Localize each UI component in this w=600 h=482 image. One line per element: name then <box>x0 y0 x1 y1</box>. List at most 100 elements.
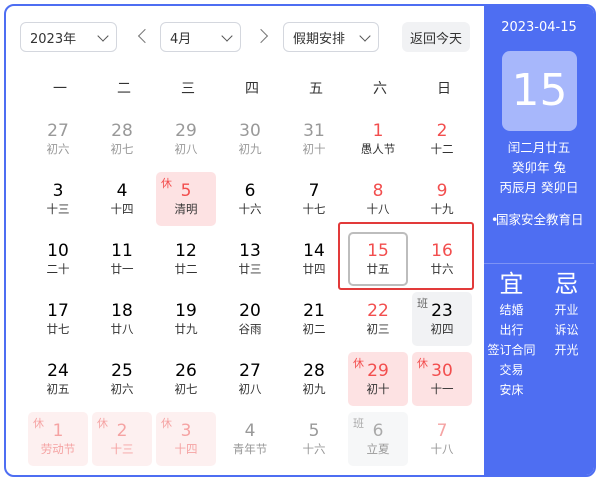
day-lunar: 初六 <box>110 382 134 396</box>
day-cell[interactable]: 5 十六 <box>284 412 344 466</box>
day-number: 22 <box>367 301 389 321</box>
day-lunar: 廿七 <box>46 322 70 336</box>
day-cell[interactable]: 29 初八 <box>156 112 216 166</box>
day-lunar: 廿五 <box>366 262 390 276</box>
day-cell[interactable]: 休 5 清明 <box>156 172 216 226</box>
day-cell[interactable]: 休 3 十四 <box>156 412 216 466</box>
day-number: 24 <box>47 361 69 381</box>
day-cell[interactable]: 28 初七 <box>92 112 152 166</box>
day-cell[interactable]: 1 愚人节 <box>348 112 408 166</box>
day-cell[interactable]: 15 廿五 <box>348 232 408 286</box>
selected-date: 2023-04-15 <box>501 20 577 35</box>
back-to-today-button[interactable]: 返回今天 <box>401 22 470 52</box>
weekday-label: 三 <box>181 81 195 97</box>
day-cell[interactable]: 30 初九 <box>220 112 280 166</box>
panel-divider <box>484 263 594 264</box>
yi-item: 结婚 <box>499 303 524 317</box>
day-lunar: 廿一 <box>110 262 134 276</box>
weekday-label: 六 <box>373 81 387 97</box>
next-month-icon[interactable] <box>253 28 269 44</box>
month-day-ganzhi: 丙辰月 癸卯日 <box>499 180 579 195</box>
day-lunar: 廿九 <box>174 322 198 336</box>
festival-note: • 国家安全教育日 <box>491 212 588 228</box>
day-cell[interactable]: 14 廿四 <box>284 232 344 286</box>
day-number: 10 <box>47 241 69 261</box>
day-cell[interactable]: 27 初六 <box>28 112 88 166</box>
weekday-label: 日 <box>437 81 451 97</box>
day-cell[interactable]: 20 谷雨 <box>220 292 280 346</box>
day-cell[interactable]: 2 十二 <box>412 112 472 166</box>
day-cell[interactable]: 27 初八 <box>220 352 280 406</box>
day-lunar: 廿二 <box>174 262 198 276</box>
weekday-label: 四 <box>245 81 259 97</box>
ji-item: 开业 <box>554 303 579 317</box>
day-lunar: 初四 <box>430 322 454 336</box>
prev-month-icon[interactable] <box>137 28 153 44</box>
day-cell[interactable]: 26 初七 <box>156 352 216 406</box>
day-lunar: 十二 <box>430 142 454 156</box>
chevron-down-icon <box>97 30 109 42</box>
day-lunar: 十四 <box>110 202 134 216</box>
month-select[interactable]: 4月 <box>160 22 241 52</box>
day-cell[interactable]: 24 初五 <box>28 352 88 406</box>
day-cell[interactable]: 12 廿二 <box>156 232 216 286</box>
day-lunar: 愚人节 <box>360 142 396 156</box>
day-cell[interactable]: 4 青年节 <box>220 412 280 466</box>
day-cell[interactable]: 休 2 十三 <box>92 412 152 466</box>
yi-item: 交易 <box>499 363 524 377</box>
day-cell[interactable]: 7 十八 <box>412 412 472 466</box>
day-lunar: 初八 <box>174 142 198 156</box>
holiday-badge: 休 <box>33 417 44 430</box>
day-cell[interactable]: 19 廿九 <box>156 292 216 346</box>
ji-item: 开光 <box>554 343 579 357</box>
day-number: 7 <box>308 181 320 201</box>
ji-column: 忌 开业 诉讼 开光 <box>539 268 594 360</box>
year-select[interactable]: 2023年 <box>20 22 117 52</box>
day-cell[interactable]: 3 十三 <box>28 172 88 226</box>
day-cell[interactable]: 13 廿三 <box>220 232 280 286</box>
day-lunar: 十七 <box>302 202 326 216</box>
day-cell[interactable]: 7 十七 <box>284 172 344 226</box>
day-number: 11 <box>111 241 133 261</box>
day-number: 5 <box>308 421 320 441</box>
day-cell[interactable]: 8 十八 <box>348 172 408 226</box>
day-lunar: 廿六 <box>430 262 454 276</box>
day-lunar: 廿三 <box>238 262 262 276</box>
day-cell[interactable]: 31 初十 <box>284 112 344 166</box>
day-cell[interactable]: 21 初二 <box>284 292 344 346</box>
day-cell[interactable]: 22 初三 <box>348 292 408 346</box>
day-cell[interactable]: 休 1 劳动节 <box>28 412 88 466</box>
day-cell[interactable]: 17 廿七 <box>28 292 88 346</box>
day-lunar: 十六 <box>302 442 326 456</box>
yi-title: 宜 <box>499 270 524 298</box>
day-cell[interactable]: 25 初六 <box>92 352 152 406</box>
day-cell[interactable]: 16 廿六 <box>412 232 472 286</box>
day-cell[interactable]: 10 二十 <box>28 232 88 286</box>
day-cell[interactable]: 班 6 立夏 <box>348 412 408 466</box>
day-cell[interactable]: 11 廿一 <box>92 232 152 286</box>
year-select-value: 2023年 <box>30 31 77 47</box>
day-number: 12 <box>175 241 197 261</box>
day-cell[interactable]: 4 十四 <box>92 172 152 226</box>
day-cell[interactable]: 28 初九 <box>284 352 344 406</box>
day-lunar: 初七 <box>174 382 198 396</box>
weekday-label: 二 <box>117 81 131 97</box>
day-cell[interactable]: 9 十九 <box>412 172 472 226</box>
holiday-select[interactable]: 假期安排 <box>283 22 379 52</box>
holiday-badge: 休 <box>353 357 364 370</box>
day-lunar: 初九 <box>238 142 262 156</box>
day-lunar: 廿八 <box>110 322 134 336</box>
day-lunar: 初九 <box>302 382 326 396</box>
day-lunar: 十九 <box>430 202 454 216</box>
day-cell[interactable]: 休 29 初十 <box>348 352 408 406</box>
day-cell[interactable]: 6 十六 <box>220 172 280 226</box>
holiday-badge: 休 <box>161 177 172 190</box>
day-number: 4 <box>244 421 256 441</box>
day-number: 16 <box>431 241 453 261</box>
day-lunar: 十六 <box>238 202 262 216</box>
day-cell[interactable]: 休 30 十一 <box>412 352 472 406</box>
day-cell[interactable]: 18 廿八 <box>92 292 152 346</box>
day-number: 31 <box>303 121 325 141</box>
day-lunar: 青年节 <box>232 442 268 456</box>
day-cell[interactable]: 班 23 初四 <box>412 292 472 346</box>
